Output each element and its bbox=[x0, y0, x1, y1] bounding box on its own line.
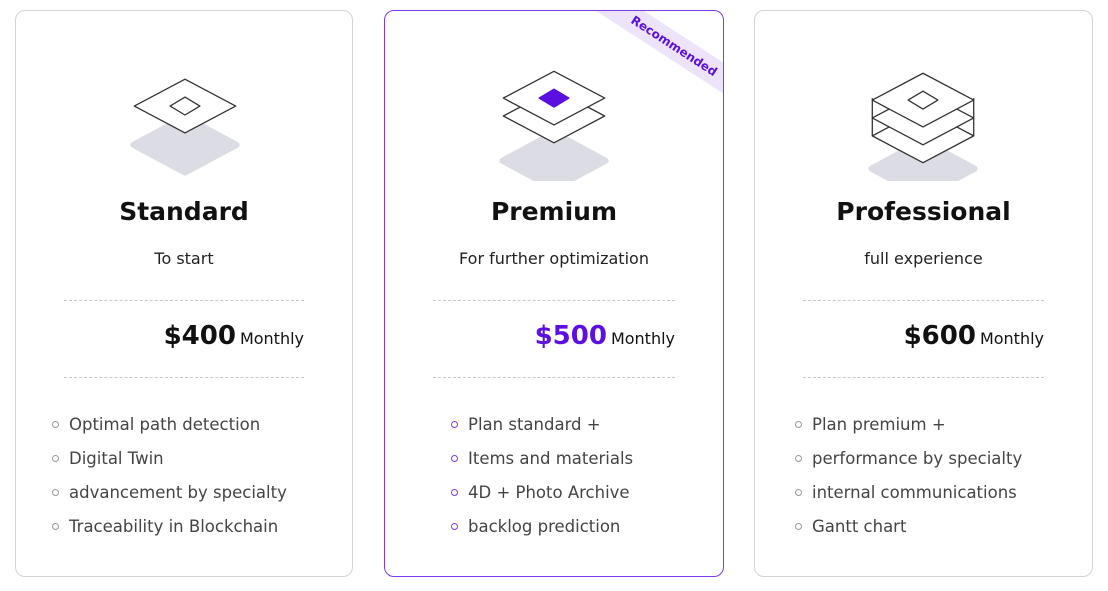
single-layer-icon bbox=[130, 78, 240, 176]
bullet-icon bbox=[795, 420, 802, 428]
feature-text: Items and materials bbox=[468, 448, 634, 468]
bullet-icon bbox=[52, 522, 59, 530]
plan-price: $500 Monthly bbox=[535, 321, 675, 351]
price-period: Monthly bbox=[979, 329, 1044, 348]
plan-subtitle: full experience bbox=[864, 249, 983, 268]
price-period: Monthly bbox=[239, 329, 304, 348]
feature-text: Plan standard + bbox=[468, 414, 601, 434]
bullet-icon bbox=[451, 488, 458, 496]
bullet-icon bbox=[451, 522, 458, 530]
divider bbox=[803, 300, 1044, 301]
feature-text: 4D + Photo Archive bbox=[468, 482, 630, 502]
plan-card-professional[interactable]: Professional full experience $600 Monthly… bbox=[754, 10, 1093, 577]
feature-text: performance by specialty bbox=[812, 448, 1023, 468]
feature-list: Plan premium + performance by specialty … bbox=[795, 407, 1022, 543]
plan-subtitle: To start bbox=[154, 249, 214, 268]
feature-item: backlog prediction bbox=[451, 509, 633, 543]
divider bbox=[64, 377, 304, 378]
bullet-icon bbox=[795, 454, 802, 462]
plan-title: Professional bbox=[836, 197, 1011, 226]
plan-price: $400 Monthly bbox=[164, 321, 304, 351]
divider bbox=[64, 300, 304, 301]
feature-item: Plan premium + bbox=[795, 407, 1022, 441]
feature-text: Optimal path detection bbox=[69, 414, 261, 434]
bullet-icon bbox=[795, 488, 802, 496]
feature-list: Plan standard + Items and materials 4D +… bbox=[451, 407, 633, 543]
bullet-icon bbox=[451, 420, 458, 428]
plan-card-premium[interactable]: Recommended Premium For further optimiza… bbox=[384, 10, 724, 577]
bullet-icon bbox=[52, 420, 59, 428]
triple-layer-icon bbox=[868, 72, 978, 181]
bullet-icon bbox=[52, 454, 59, 462]
feature-text: backlog prediction bbox=[468, 516, 621, 536]
divider bbox=[433, 300, 675, 301]
plan-subtitle: For further optimization bbox=[459, 249, 649, 268]
feature-item: Digital Twin bbox=[52, 441, 287, 475]
feature-item: Plan standard + bbox=[451, 407, 633, 441]
feature-list: Optimal path detection Digital Twin adva… bbox=[52, 407, 287, 543]
feature-item: 4D + Photo Archive bbox=[451, 475, 633, 509]
feature-text: internal communications bbox=[812, 482, 1017, 502]
divider bbox=[803, 377, 1044, 378]
price-amount: $400 bbox=[163, 321, 236, 351]
bullet-icon bbox=[451, 454, 458, 462]
price-amount: $500 bbox=[534, 321, 607, 351]
price-period: Monthly bbox=[610, 329, 675, 348]
bullet-icon bbox=[52, 488, 59, 496]
feature-item: internal communications bbox=[795, 475, 1022, 509]
feature-item: Traceability in Blockchain bbox=[52, 509, 287, 543]
divider bbox=[433, 377, 675, 378]
bullet-icon bbox=[795, 522, 802, 530]
plan-title: Standard bbox=[119, 197, 249, 226]
price-amount: $600 bbox=[903, 321, 976, 351]
feature-text: advancement by specialty bbox=[69, 482, 287, 502]
plan-title: Premium bbox=[490, 197, 618, 226]
feature-item: Gantt chart bbox=[795, 509, 1022, 543]
feature-text: Plan premium + bbox=[812, 414, 946, 434]
feature-text: Traceability in Blockchain bbox=[69, 516, 279, 536]
feature-item: Optimal path detection bbox=[52, 407, 287, 441]
double-layer-icon bbox=[499, 70, 609, 181]
feature-item: Items and materials bbox=[451, 441, 633, 475]
feature-item: advancement by specialty bbox=[52, 475, 287, 509]
feature-item: performance by specialty bbox=[795, 441, 1022, 475]
feature-text: Digital Twin bbox=[69, 448, 164, 468]
feature-text: Gantt chart bbox=[812, 516, 907, 536]
plan-card-standard[interactable]: Standard To start $400 Monthly Optimal pa… bbox=[15, 10, 353, 577]
plan-price: $600 Monthly bbox=[904, 321, 1044, 351]
